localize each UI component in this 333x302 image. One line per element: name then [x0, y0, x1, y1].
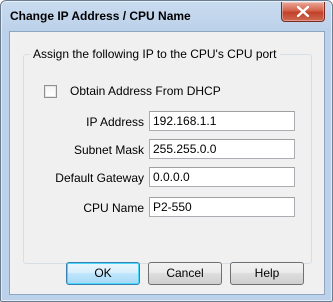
- group-legend: Assign the following IP to the CPU's CPU…: [30, 47, 280, 61]
- dialog-window: Change IP Address / CPU Name Assign the …: [0, 0, 333, 302]
- close-icon: [297, 6, 309, 17]
- dhcp-checkbox[interactable]: [44, 84, 57, 98]
- dialog-body: Assign the following IP to the CPU's CPU…: [9, 31, 325, 295]
- ip-address-input[interactable]: [149, 111, 295, 131]
- dialog-title: Change IP Address / CPU Name: [10, 9, 191, 23]
- dhcp-checkbox-label[interactable]: Obtain Address From DHCP: [70, 84, 221, 98]
- default-gateway-label: Default Gateway: [55, 171, 144, 185]
- cpu-name-label: CPU Name: [83, 201, 144, 215]
- close-button[interactable]: [281, 2, 325, 22]
- dhcp-option[interactable]: Obtain Address From DHCP: [44, 83, 221, 99]
- cpu-name-input[interactable]: [149, 197, 295, 217]
- ip-assignment-group: Assign the following IP to the CPU's CPU…: [23, 47, 312, 264]
- ip-address-label: IP Address: [86, 115, 144, 129]
- subnet-mask-label: Subnet Mask: [73, 143, 144, 157]
- ok-button[interactable]: OK: [66, 262, 140, 285]
- title-bar[interactable]: Change IP Address / CPU Name: [1, 1, 332, 31]
- subnet-mask-input[interactable]: [149, 139, 295, 159]
- help-button[interactable]: Help: [230, 262, 304, 285]
- default-gateway-input[interactable]: [149, 167, 295, 187]
- cancel-button[interactable]: Cancel: [148, 262, 222, 285]
